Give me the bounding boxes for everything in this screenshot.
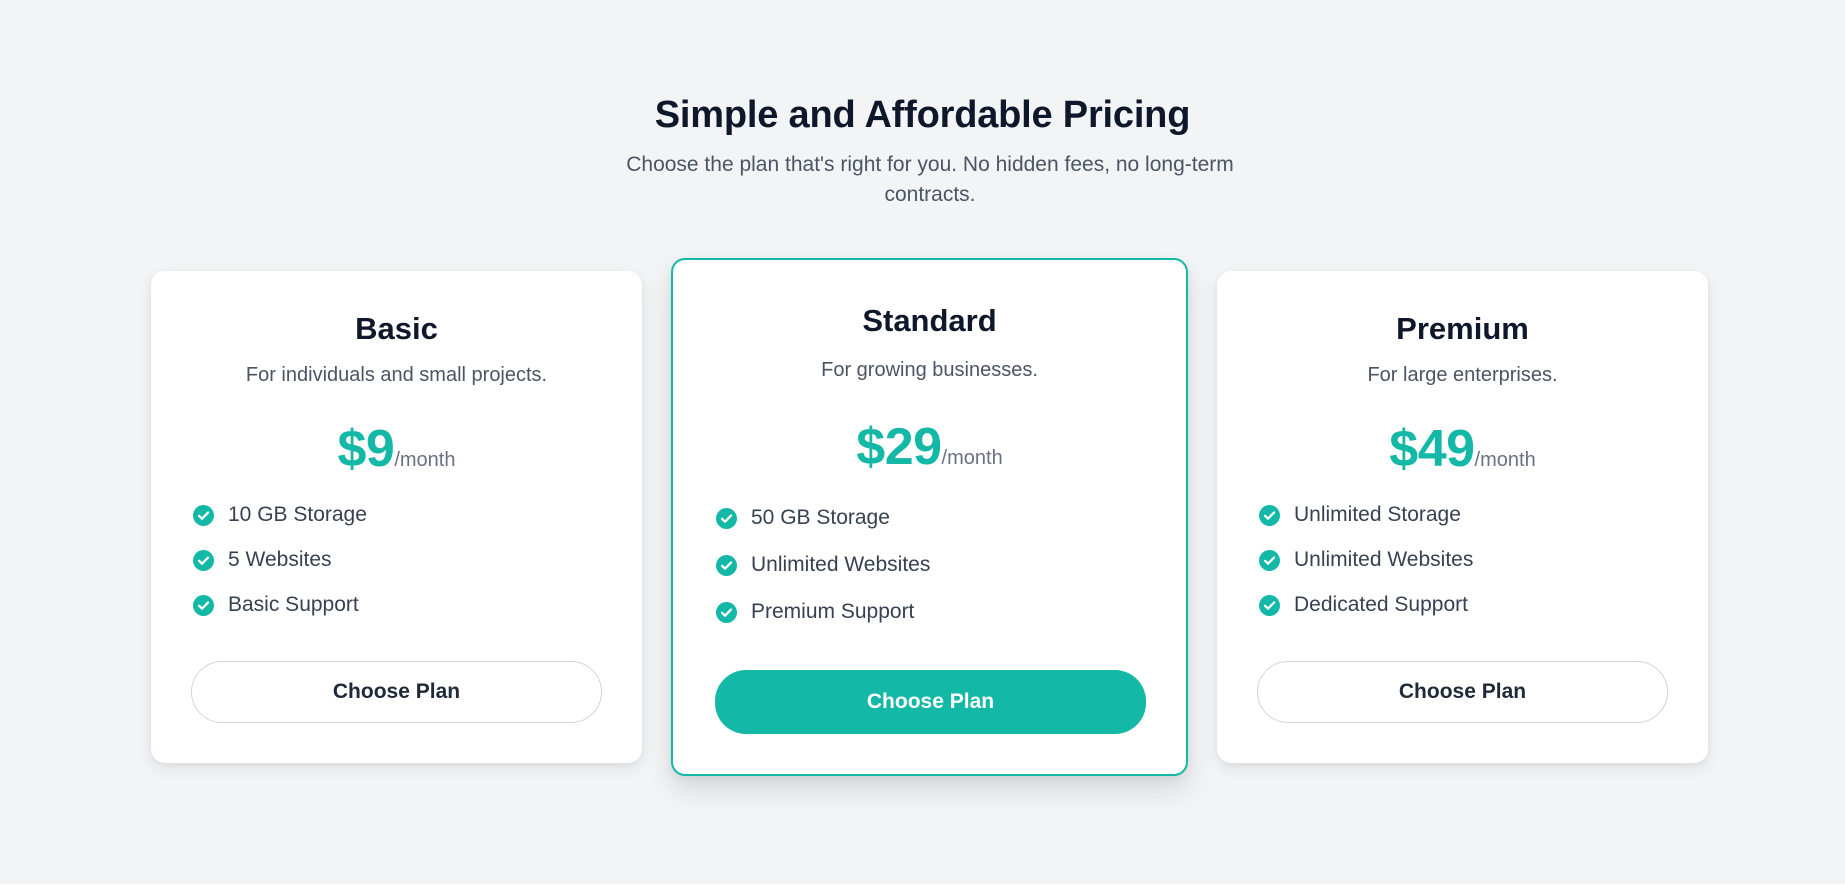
check-circle-icon (716, 507, 737, 529)
feature-label: Unlimited Websites (1294, 548, 1474, 571)
price-period: /month (1474, 449, 1536, 471)
price-period: /month (394, 449, 456, 471)
plan-card-basic: Basic For individuals and small projects… (151, 271, 642, 763)
pricing-section: Simple and Affordable Pricing Choose the… (0, 0, 1845, 884)
check-circle-icon (193, 549, 214, 571)
check-circle-icon (1259, 594, 1280, 616)
plan-description: For growing businesses. (821, 359, 1038, 381)
check-circle-icon (193, 504, 214, 526)
feature-item: Dedicated Support (1259, 593, 1468, 617)
choose-plan-button-standard[interactable]: Choose Plan (715, 670, 1146, 734)
feature-item: Unlimited Storage (1259, 503, 1461, 527)
feature-item: Unlimited Websites (1259, 548, 1473, 572)
feature-label: Unlimited Websites (751, 553, 931, 576)
plan-price: $9/month (151, 419, 642, 479)
feature-item: Unlimited Websites (716, 553, 930, 577)
check-circle-icon (1259, 549, 1280, 571)
price-amount: $49 (1389, 420, 1475, 478)
plan-name: Premium (1396, 311, 1529, 346)
feature-item: 50 GB Storage (716, 506, 890, 530)
feature-label: Basic Support (228, 593, 359, 616)
feature-item: 5 Websites (193, 548, 332, 572)
feature-label: Dedicated Support (1294, 593, 1468, 616)
plan-name: Standard (862, 303, 997, 338)
plan-card-standard: Standard For growing businesses. $29/mon… (671, 258, 1188, 776)
feature-item: Basic Support (193, 593, 359, 617)
choose-plan-button-basic[interactable]: Choose Plan (191, 661, 602, 723)
page-subtitle: Choose the plan that's right for you. No… (626, 153, 1234, 206)
feature-label: 5 Websites (228, 548, 332, 571)
feature-label: Premium Support (751, 600, 915, 623)
check-circle-icon (1259, 504, 1280, 526)
feature-label: Unlimited Storage (1294, 503, 1461, 526)
price-amount: $29 (856, 418, 942, 476)
plan-price: $49/month (1217, 419, 1708, 479)
feature-label: 50 GB Storage (751, 506, 890, 529)
page-title: Simple and Affordable Pricing (654, 94, 1191, 136)
price-amount: $9 (337, 420, 395, 478)
check-circle-icon (716, 554, 737, 576)
feature-label: 10 GB Storage (228, 503, 367, 526)
plan-description: For individuals and small projects. (245, 364, 548, 386)
choose-plan-button-premium[interactable]: Choose Plan (1257, 661, 1668, 723)
feature-item: 10 GB Storage (193, 503, 367, 527)
check-circle-icon (193, 594, 214, 616)
feature-item: Premium Support (716, 600, 914, 624)
price-period: /month (941, 447, 1003, 469)
plan-name: Basic (355, 311, 438, 346)
check-circle-icon (716, 601, 737, 623)
plan-card-premium: Premium For large enterprises. $49/month… (1217, 271, 1708, 763)
plan-description: For large enterprises. (1367, 364, 1558, 386)
plan-price: $29/month (673, 417, 1186, 477)
